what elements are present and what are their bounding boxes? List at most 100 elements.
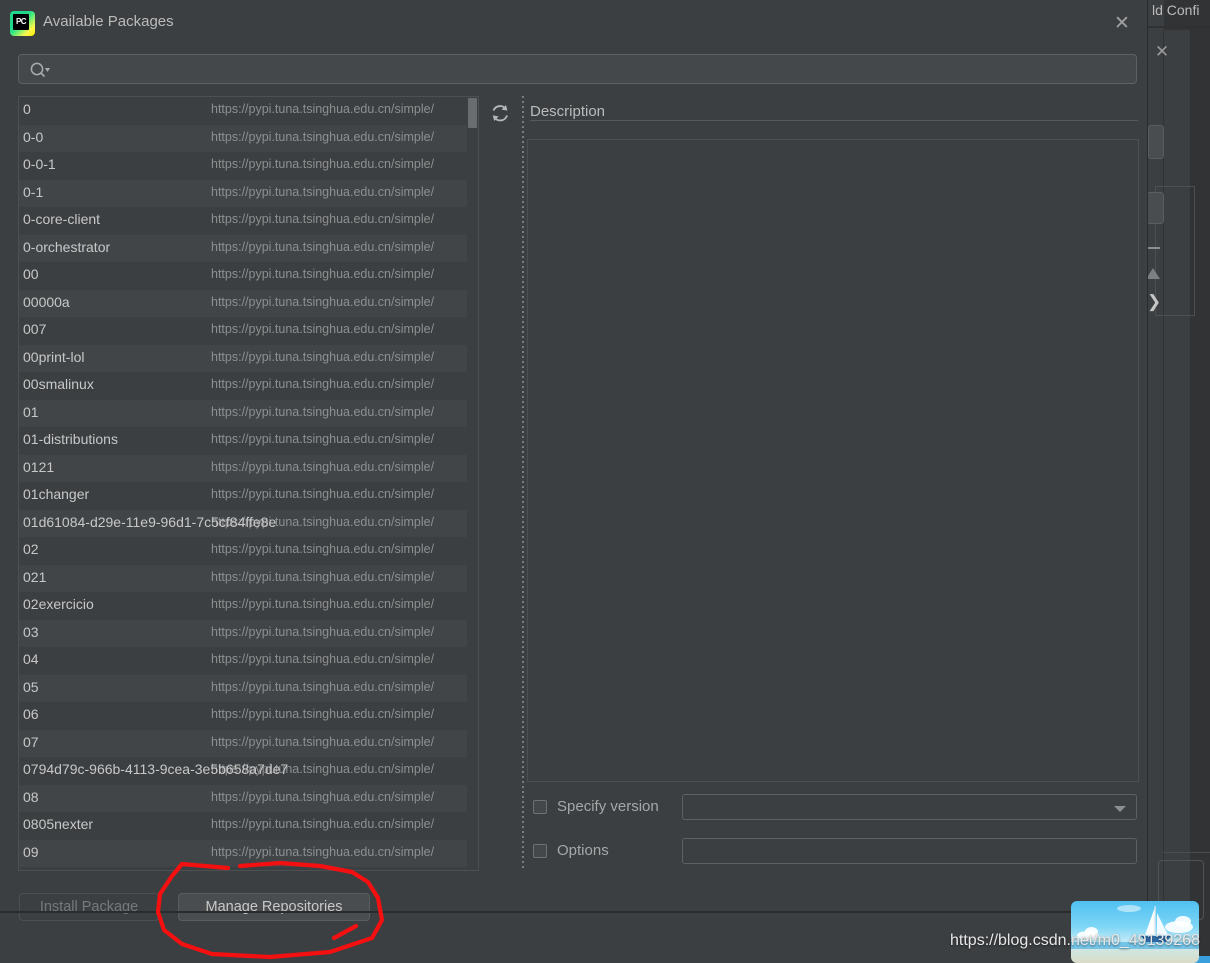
splitter-handle[interactable]: [522, 96, 524, 871]
close-icon[interactable]: ✕: [1109, 11, 1135, 37]
package-name: 07: [23, 733, 39, 750]
package-name: 00smalinux: [23, 376, 94, 392]
package-row[interactable]: https://pypi.tuna.tsinghua.edu.cn/simple…: [19, 619, 478, 647]
search-field[interactable]: [18, 54, 1137, 84]
package-list-scrollbar[interactable]: [467, 97, 478, 870]
package-name: 05: [23, 678, 39, 695]
package-row[interactable]: https://pypi.tuna.tsinghua.edu.cn/simple…: [19, 427, 478, 455]
package-row[interactable]: https://pypi.tuna.tsinghua.edu.cn/simple…: [19, 234, 478, 262]
package-row[interactable]: https://pypi.tuna.tsinghua.edu.cn/simple…: [19, 839, 478, 867]
background-titlebar-divider: [1145, 26, 1210, 28]
package-name: 01d61084-d29e-11e9-96d1-7c5cf84ffe8e: [23, 513, 277, 530]
background-fragment-button-b: [1146, 192, 1164, 224]
options-checkbox[interactable]: [533, 844, 547, 858]
package-row[interactable]: https://pypi.tuna.tsinghua.edu.cn/simple…: [19, 564, 478, 592]
package-repository-url: https://pypi.tuna.tsinghua.edu.cn/simple…: [211, 542, 435, 556]
package-repository-url: https://pypi.tuna.tsinghua.edu.cn/simple…: [211, 487, 435, 501]
background-triangle-icon: [1146, 268, 1160, 279]
version-select[interactable]: [682, 794, 1137, 820]
package-name: 01-distributions: [23, 431, 118, 447]
package-name: 0805nexter: [23, 816, 94, 832]
package-name: 00print-lol: [23, 348, 85, 365]
package-repository-url: https://pypi.tuna.tsinghua.edu.cn/simple…: [211, 184, 435, 199]
package-repository-url: https://pypi.tuna.tsinghua.edu.cn/simple…: [211, 734, 435, 749]
background-chevron-right-icon: ❯: [1147, 292, 1162, 311]
specify-version-label: Specify version: [557, 798, 659, 815]
pycharm-logo-icon: PC: [10, 11, 35, 36]
package-name: 021: [23, 568, 47, 585]
package-repository-url: https://pypi.tuna.tsinghua.edu.cn/simple…: [211, 377, 435, 391]
package-row[interactable]: https://pypi.tuna.tsinghua.edu.cn/simple…: [19, 454, 478, 482]
package-name: 007: [23, 321, 47, 337]
package-row[interactable]: https://pypi.tuna.tsinghua.edu.cn/simple…: [19, 537, 478, 565]
package-repository-url: https://pypi.tuna.tsinghua.edu.cn/simple…: [211, 322, 435, 336]
options-input[interactable]: [682, 838, 1137, 864]
package-row[interactable]: https://pypi.tuna.tsinghua.edu.cn/simple…: [19, 262, 478, 290]
description-label: Description: [530, 103, 612, 120]
package-name: 0-orchestrator: [23, 238, 111, 255]
package-row[interactable]: https://pypi.tuna.tsinghua.edu.cn/simple…: [19, 592, 478, 620]
dialog-bottom-edge: [0, 911, 1148, 913]
watermark-text: https://blog.csdn.net/m0_49139268: [950, 932, 1200, 949]
package-row[interactable]: https://pypi.tuna.tsinghua.edu.cn/simple…: [19, 729, 478, 757]
package-row[interactable]: https://pypi.tuna.tsinghua.edu.cn/simple…: [19, 647, 478, 675]
package-name: 03: [23, 623, 39, 640]
background-tool-strip: [1163, 30, 1191, 910]
package-row[interactable]: https://pypi.tuna.tsinghua.edu.cn/simple…: [19, 372, 478, 400]
package-row[interactable]: https://pypi.tuna.tsinghua.edu.cn/simple…: [19, 344, 478, 372]
package-row[interactable]: https://pypi.tuna.tsinghua.edu.cn/simple…: [19, 317, 478, 345]
package-repository-url: https://pypi.tuna.tsinghua.edu.cn/simple…: [211, 789, 435, 804]
package-row[interactable]: https://pypi.tuna.tsinghua.edu.cn/simple…: [19, 399, 478, 427]
refresh-icon[interactable]: [488, 101, 512, 125]
package-repository-url: https://pypi.tuna.tsinghua.edu.cn/simple…: [211, 294, 435, 309]
package-name: 0: [23, 101, 31, 117]
package-row[interactable]: https://pypi.tuna.tsinghua.edu.cn/simple…: [19, 674, 478, 702]
package-row[interactable]: https://pypi.tuna.tsinghua.edu.cn/simple…: [19, 702, 478, 730]
description-divider: [530, 120, 1138, 121]
package-row[interactable]: https://pypi.tuna.tsinghua.edu.cn/simple…: [19, 207, 478, 235]
package-row[interactable]: https://pypi.tuna.tsinghua.edu.cn/simple…: [19, 124, 478, 152]
manage-repositories-button[interactable]: Manage Repositories: [178, 893, 370, 921]
search-icon[interactable]: [29, 61, 51, 79]
package-name: 01: [23, 403, 39, 420]
package-row[interactable]: https://pypi.tuna.tsinghua.edu.cn/simple…: [19, 482, 478, 510]
package-row[interactable]: https://pypi.tuna.tsinghua.edu.cn/simple…: [19, 784, 478, 812]
search-input[interactable]: [57, 55, 1130, 83]
background-window-title: ld Confi: [1152, 2, 1200, 18]
dialog-titlebar: PC Available Packages ✕: [0, 0, 1147, 47]
package-row[interactable]: https://pypi.tuna.tsinghua.edu.cn/simple…: [19, 757, 478, 785]
package-name: 0-core-client: [23, 211, 101, 227]
package-name: 02: [23, 541, 39, 557]
package-row[interactable]: https://pypi.tuna.tsinghua.edu.cn/simple…: [19, 289, 478, 317]
background-fragment-line: [1148, 247, 1160, 249]
install-package-button[interactable]: Install Package: [19, 893, 159, 921]
package-repository-url: https://pypi.tuna.tsinghua.edu.cn/simple…: [211, 652, 435, 666]
package-row[interactable]: https://pypi.tuna.tsinghua.edu.cn/simple…: [19, 812, 478, 840]
package-repository-url: https://pypi.tuna.tsinghua.edu.cn/simple…: [211, 102, 435, 116]
package-repository-url: https://pypi.tuna.tsinghua.edu.cn/simple…: [211, 844, 435, 859]
package-row[interactable]: https://pypi.tuna.tsinghua.edu.cn/simple…: [19, 97, 478, 125]
background-close-icon[interactable]: ✕: [1152, 42, 1172, 62]
chevron-down-icon: [1114, 806, 1126, 812]
package-row[interactable]: https://pypi.tuna.tsinghua.edu.cn/simple…: [19, 509, 478, 537]
package-name: 0-0: [23, 128, 44, 145]
package-row[interactable]: https://pypi.tuna.tsinghua.edu.cn/simple…: [19, 152, 478, 180]
package-name: 02exercicio: [23, 596, 94, 612]
package-repository-url: https://pypi.tuna.tsinghua.edu.cn/simple…: [211, 239, 435, 254]
package-name: 0794d79c-966b-4113-9cea-3e5b658a7de7: [23, 761, 289, 777]
available-packages-dialog: PC Available Packages ✕ https://pypi.tun…: [0, 0, 1148, 921]
package-list[interactable]: https://pypi.tuna.tsinghua.edu.cn/simple…: [18, 96, 479, 871]
package-repository-url: https://pypi.tuna.tsinghua.edu.cn/simple…: [211, 679, 435, 694]
package-name: 06: [23, 706, 39, 722]
panel-splitter[interactable]: [521, 96, 526, 871]
package-repository-url: https://pypi.tuna.tsinghua.edu.cn/simple…: [211, 267, 435, 281]
package-name: 0-0-1: [23, 156, 56, 172]
package-repository-url: https://pypi.tuna.tsinghua.edu.cn/simple…: [211, 707, 435, 721]
package-row[interactable]: https://pypi.tuna.tsinghua.edu.cn/simple…: [19, 179, 478, 207]
scrollbar-thumb[interactable]: [468, 98, 477, 128]
specify-version-checkbox[interactable]: [533, 800, 547, 814]
package-repository-url: https://pypi.tuna.tsinghua.edu.cn/simple…: [211, 817, 435, 831]
description-content: [527, 139, 1139, 782]
package-repository-url: https://pypi.tuna.tsinghua.edu.cn/simple…: [211, 404, 435, 419]
package-name: 04: [23, 651, 39, 667]
